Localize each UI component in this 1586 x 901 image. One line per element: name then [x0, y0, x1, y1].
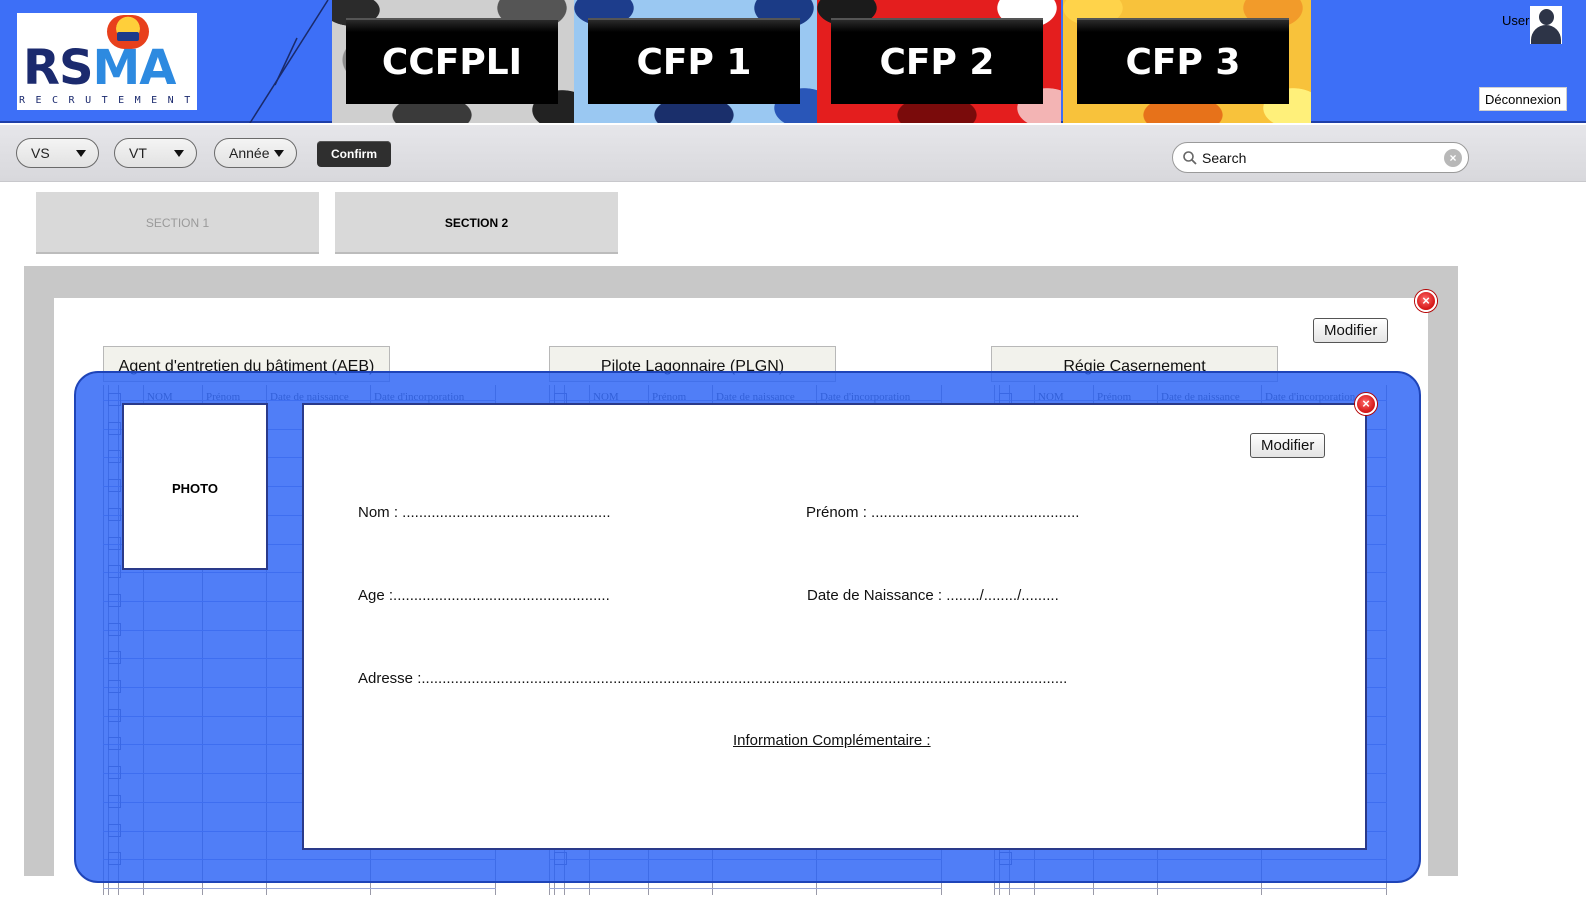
search-box[interactable]: × — [1172, 142, 1469, 173]
tile-ccfpli[interactable]: CCFPLI — [332, 0, 576, 123]
field-prenom: Prénom : ...............................… — [806, 504, 1080, 521]
close-main-icon[interactable]: × — [1415, 290, 1437, 312]
tab-section-1[interactable]: SECTION 1 — [36, 192, 319, 254]
table-row — [994, 887, 1387, 889]
table-row — [549, 887, 942, 889]
tile-cfp-3[interactable]: CFP 3 — [1063, 0, 1311, 123]
tab-section-2[interactable]: SECTION 2 — [335, 192, 618, 254]
logo-subtitle: RECRUTEMENT — [19, 95, 201, 106]
tile-cfp-2[interactable]: CFP 2 — [817, 0, 1061, 123]
field-age: Age :...................................… — [358, 587, 610, 604]
tile-label-plate: CFP 3 — [1077, 18, 1289, 104]
user-avatar-icon[interactable] — [1530, 6, 1562, 44]
annee-select[interactable]: Année — [214, 138, 297, 168]
field-adresse: Adresse :...............................… — [358, 670, 1068, 687]
filter-toolbar: VS VT Année Confirm × — [0, 125, 1586, 182]
main-modify-button[interactable]: Modifier — [1313, 318, 1389, 343]
table-row — [103, 887, 496, 889]
tile-label-plate: CFP 2 — [831, 18, 1043, 104]
tile-label: CFP 3 — [1125, 42, 1241, 83]
avatar-body — [1531, 25, 1561, 44]
user-label: User — [1502, 13, 1530, 28]
vt-select[interactable]: VT — [114, 138, 197, 168]
search-icon — [1183, 151, 1197, 165]
rsma-logo[interactable]: RSMA RECRUTEMENT — [17, 13, 197, 110]
annee-select-value: Année — [229, 145, 270, 161]
field-date-naissance: Date de Naissance : ......../......../..… — [807, 587, 1059, 604]
confirm-button[interactable]: Confirm — [317, 141, 391, 167]
vt-select-value: VT — [129, 145, 147, 161]
app-root: RSMA RECRUTEMENT CCFPLI CFP 1 CFP 2 CFP … — [0, 0, 1586, 901]
close-modal-icon[interactable]: × — [1355, 393, 1377, 415]
vs-select-value: VS — [31, 145, 50, 161]
tile-label-plate: CCFPLI — [346, 18, 558, 104]
top-header: RSMA RECRUTEMENT CCFPLI CFP 1 CFP 2 CFP … — [0, 0, 1586, 123]
logo-text-light: MA — [92, 40, 177, 96]
tile-label: CFP 1 — [636, 42, 752, 83]
field-nom: Nom : ..................................… — [358, 504, 611, 521]
logo-text-dark: RS — [23, 40, 94, 96]
photo-placeholder[interactable]: PHOTO — [122, 403, 268, 570]
caret-down-icon — [274, 150, 284, 157]
search-input[interactable] — [1202, 147, 1438, 169]
tile-label: CFP 2 — [879, 42, 995, 83]
tile-label: CCFPLI — [381, 42, 523, 83]
logout-button[interactable]: Déconnexion — [1479, 87, 1567, 111]
tile-cfp-1[interactable]: CFP 1 — [574, 0, 818, 123]
slash-decoration — [249, 0, 329, 123]
caret-down-icon — [76, 150, 86, 157]
clear-search-icon[interactable]: × — [1444, 149, 1462, 167]
vs-select[interactable]: VS — [16, 138, 99, 168]
logo-wordmark: RSMA — [23, 40, 177, 96]
modal-modify-button[interactable]: Modifier — [1250, 433, 1326, 458]
info-complementaire-heading: Information Complémentaire : — [733, 732, 931, 749]
caret-down-icon — [174, 150, 184, 157]
detail-modal — [302, 403, 1367, 850]
avatar-head — [1539, 9, 1554, 25]
tile-label-plate: CFP 1 — [588, 18, 800, 104]
